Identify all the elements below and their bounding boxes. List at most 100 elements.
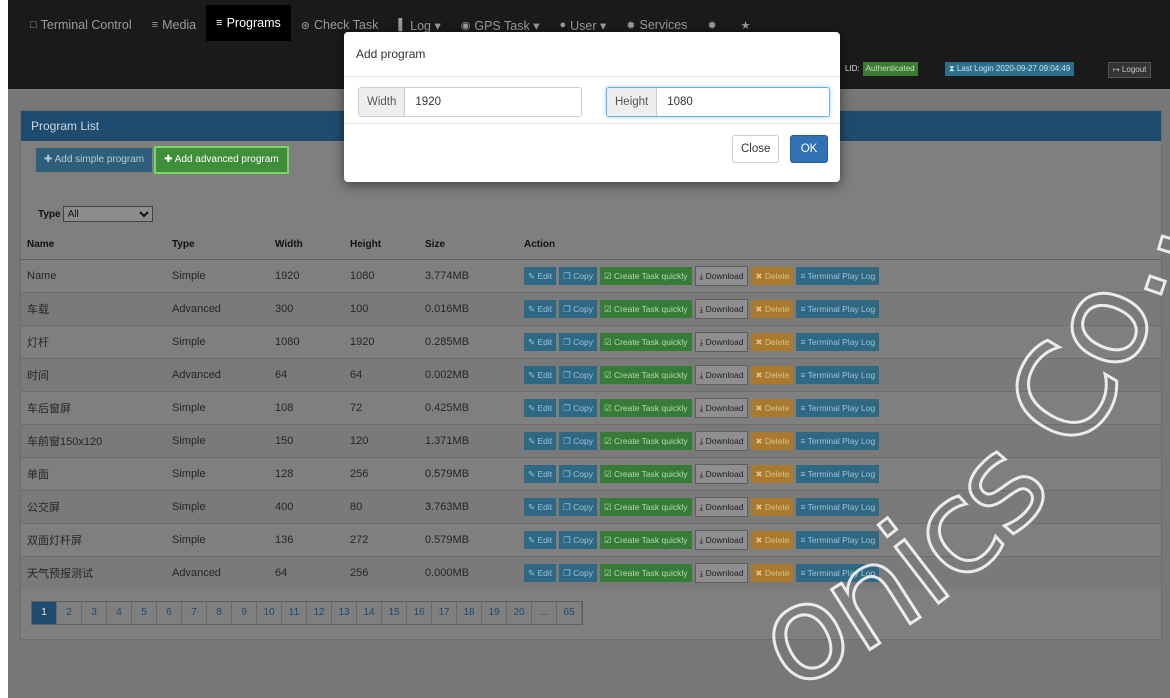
delete-button[interactable]: ✖ Delete [751,333,794,351]
copy-button[interactable]: ❐ Copy [559,531,597,549]
cell-size: 1.371MB [419,424,518,458]
create-task-button[interactable]: ☑ Create Task quickly [599,531,692,549]
cell-height: 1080 [344,259,419,293]
terminal-play-log-button[interactable]: ≡ Terminal Play Log [796,399,880,417]
ok-button[interactable]: OK [790,135,828,163]
edit-button[interactable]: ✎ Edit [524,531,557,549]
edit-button[interactable]: ✎ Edit [524,300,557,318]
page-link[interactable]: 2 [57,602,82,624]
edit-button[interactable]: ✎ Edit [524,432,557,450]
delete-button[interactable]: ✖ Delete [751,498,794,516]
delete-button[interactable]: ✖ Delete [751,564,794,582]
page-link[interactable]: 15 [382,602,407,624]
create-task-button[interactable]: ☑ Create Task quickly [599,399,692,417]
create-task-button[interactable]: ☑ Create Task quickly [599,498,692,516]
download-button[interactable]: ⤓ Download [694,464,749,484]
delete-button[interactable]: ✖ Delete [751,366,794,384]
download-button[interactable]: ⤓ Download [694,563,749,583]
page-link[interactable]: 8 [207,602,232,624]
page-link[interactable]: 19 [482,602,507,624]
delete-button[interactable]: ✖ Delete [751,399,794,417]
page-link[interactable]: 13 [332,602,357,624]
copy-button[interactable]: ❐ Copy [559,333,597,351]
copy-button[interactable]: ❐ Copy [559,267,597,285]
copy-button[interactable]: ❐ Copy [559,564,597,582]
copy-button[interactable]: ❐ Copy [559,300,597,318]
page-link[interactable]: 18 [457,602,482,624]
delete-button[interactable]: ✖ Delete [751,531,794,549]
download-button[interactable]: ⤓ Download [694,365,749,385]
terminal-play-log-button[interactable]: ≡ Terminal Play Log [796,300,880,318]
page-link[interactable]: … [532,602,557,624]
delete-button[interactable]: ✖ Delete [751,465,794,483]
add-advanced-program-button[interactable]: ✚ Add advanced program [154,146,289,174]
nav-media[interactable]: ≡ Media [142,14,206,36]
terminal-play-log-button[interactable]: ≡ Terminal Play Log [796,531,880,549]
copy-button[interactable]: ❐ Copy [559,432,597,450]
terminal-play-log-button[interactable]: ≡ Terminal Play Log [796,432,880,450]
create-task-button[interactable]: ☑ Create Task quickly [599,333,692,351]
nav-terminal-control[interactable]: □ Terminal Control [20,14,142,36]
terminal-play-log-button[interactable]: ≡ Terminal Play Log [796,465,880,483]
type-select[interactable]: All [62,206,153,222]
page-link[interactable]: 11 [282,602,307,624]
page-link[interactable]: 1 [32,602,57,624]
delete-button[interactable]: ✖ Delete [751,432,794,450]
create-task-button[interactable]: ☑ Create Task quickly [599,564,692,582]
page-link[interactable]: 6 [157,602,182,624]
nav-label: Media [162,18,197,32]
edit-button[interactable]: ✎ Edit [524,465,557,483]
page-link[interactable]: 7 [182,602,207,624]
download-button[interactable]: ⤓ Download [694,332,749,352]
page-link[interactable]: 4 [107,602,132,624]
table-row: 车前窗150x120 Simple 150 120 1.371MB ✎ Edit ❐ Cop… [21,424,1161,458]
edit-button[interactable]: ✎ Edit [524,498,557,516]
page-link[interactable]: 9 [232,602,257,624]
edit-button[interactable]: ✎ Edit [524,399,557,417]
terminal-play-log-button[interactable]: ≡ Terminal Play Log [796,498,880,516]
page-link[interactable]: 65 [557,602,582,624]
terminal-play-log-button[interactable]: ≡ Terminal Play Log [796,333,880,351]
logout-button[interactable]: ↦ Logout [1108,62,1152,78]
terminal-play-log-button[interactable]: ≡ Terminal Play Log [796,267,880,285]
delete-button[interactable]: ✖ Delete [751,267,794,285]
height-input[interactable] [657,88,828,116]
terminal-play-log-button[interactable]: ≡ Terminal Play Log [796,366,880,384]
nav-programs[interactable]: ≡ Programs [206,5,291,41]
delete-button[interactable]: ✖ Delete [751,300,794,318]
copy-button[interactable]: ❐ Copy [559,498,597,516]
download-button[interactable]: ⤓ Download [694,299,749,319]
close-button[interactable]: Close [732,135,780,163]
type-filter-label: Type [38,208,61,220]
download-button[interactable]: ⤓ Download [694,497,749,517]
download-button[interactable]: ⤓ Download [694,530,749,550]
page-link[interactable]: 12 [307,602,332,624]
page-link[interactable]: 17 [432,602,457,624]
add-simple-program-button[interactable]: ✚ Add simple program [36,148,153,172]
download-button[interactable]: ⤓ Download [694,266,749,286]
page-link[interactable]: 10 [257,602,282,624]
edit-button[interactable]: ✎ Edit [524,366,557,384]
edit-button[interactable]: ✎ Edit [524,333,557,351]
create-task-button[interactable]: ☑ Create Task quickly [599,366,692,384]
page-link[interactable]: 14 [357,602,382,624]
edit-button[interactable]: ✎ Edit [524,267,557,285]
download-button[interactable]: ⤓ Download [694,431,749,451]
terminal-play-log-button[interactable]: ≡ Terminal Play Log [796,564,880,582]
page-link[interactable]: 3 [82,602,107,624]
copy-button[interactable]: ❐ Copy [559,399,597,417]
page-link[interactable]: 5 [132,602,157,624]
width-input[interactable] [405,88,581,116]
create-task-button[interactable]: ☑ Create Task quickly [599,465,692,483]
dialog-title: Add program [344,32,840,77]
page-link[interactable]: 16 [407,602,432,624]
create-task-button[interactable]: ☑ Create Task quickly [599,432,692,450]
height-input-group: Height [606,87,830,117]
edit-button[interactable]: ✎ Edit [524,564,557,582]
create-task-button[interactable]: ☑ Create Task quickly [599,267,692,285]
page-link[interactable]: 20 [507,602,532,624]
download-button[interactable]: ⤓ Download [694,398,749,418]
copy-button[interactable]: ❐ Copy [559,366,597,384]
copy-button[interactable]: ❐ Copy [559,465,597,483]
create-task-button[interactable]: ☑ Create Task quickly [599,300,692,318]
